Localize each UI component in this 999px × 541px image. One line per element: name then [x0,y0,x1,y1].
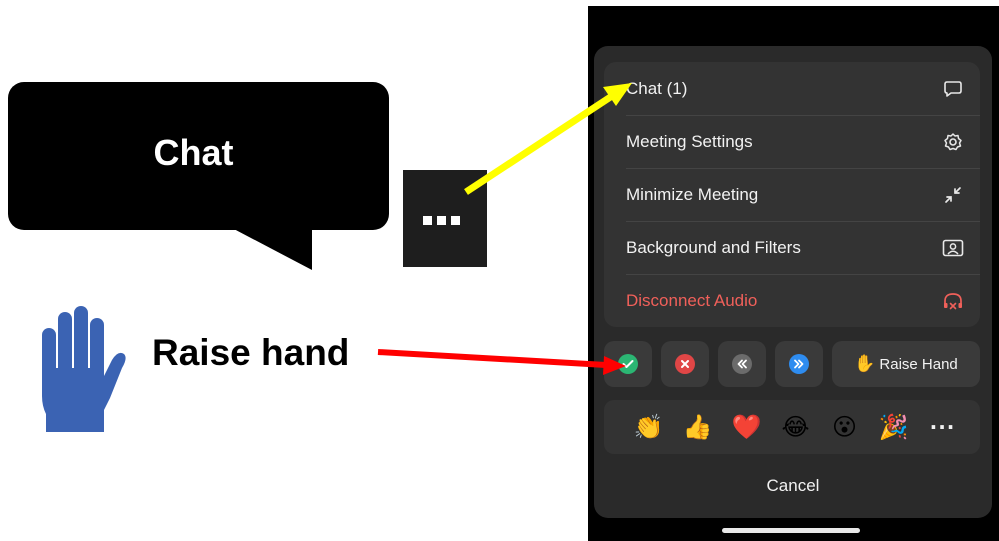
nonverbal-feedback-row: ✋ Raise Hand [604,341,980,387]
heart-emoji-button[interactable]: ❤️ [722,415,771,439]
more-emojis-button[interactable]: ··· [918,417,967,437]
emoji-reactions-row: 👏 👍 ❤️ 😂 😮 🎉 ··· [604,400,980,454]
menu-item-label: Meeting Settings [626,131,753,151]
raised-hand-emoji-icon: ✋ [854,354,876,373]
more-options-menu: Chat (1) Meeting Settings Minimize Meeti… [604,62,980,327]
menu-item-minimize-meeting[interactable]: Minimize Meeting [604,168,980,221]
tears-of-joy-emoji-button[interactable]: 😂 [771,415,820,439]
raise-hand-callout-label: Raise hand [152,332,350,373]
more-dots-icon [423,216,460,225]
no-reaction-button[interactable] [661,341,709,387]
yes-reaction-button[interactable] [604,341,652,387]
raise-hand-button[interactable]: ✋ Raise Hand [832,341,980,387]
menu-item-background-filters[interactable]: Background and Filters [604,221,980,274]
menu-item-disconnect-audio[interactable]: Disconnect Audio [604,274,980,327]
fast-forward-icon [789,354,809,374]
x-icon [675,354,695,374]
chat-bubble-icon [942,78,964,100]
party-popper-emoji-button[interactable]: 🎉 [869,415,918,439]
menu-item-label: Disconnect Audio [626,290,758,310]
slower-reaction-button[interactable] [718,341,766,387]
raise-hand-button-label: Raise Hand [879,355,958,373]
cancel-button[interactable]: Cancel [594,468,992,504]
headphones-off-icon [942,290,964,312]
menu-item-meeting-settings[interactable]: Meeting Settings [604,115,980,168]
gear-icon [942,131,964,153]
minimize-icon [942,184,964,206]
rewind-icon [732,354,752,374]
open-mouth-emoji-button[interactable]: 😮 [820,415,869,439]
faster-reaction-button[interactable] [775,341,823,387]
thumbs-up-emoji-button[interactable]: 👍 [673,415,722,439]
home-indicator [722,528,860,533]
more-button[interactable] [403,170,487,267]
menu-item-chat[interactable]: Chat (1) [604,62,980,115]
check-icon [618,354,638,374]
raised-hand-icon [42,306,126,432]
portrait-icon [942,237,964,259]
clapping-emoji-button[interactable]: 👏 [624,415,673,439]
menu-item-label: Chat (1) [626,78,688,98]
menu-item-label: Background and Filters [626,237,801,257]
menu-item-label: Minimize Meeting [626,184,759,204]
phone-screen: Chat (1) Meeting Settings Minimize Meeti… [588,6,999,541]
